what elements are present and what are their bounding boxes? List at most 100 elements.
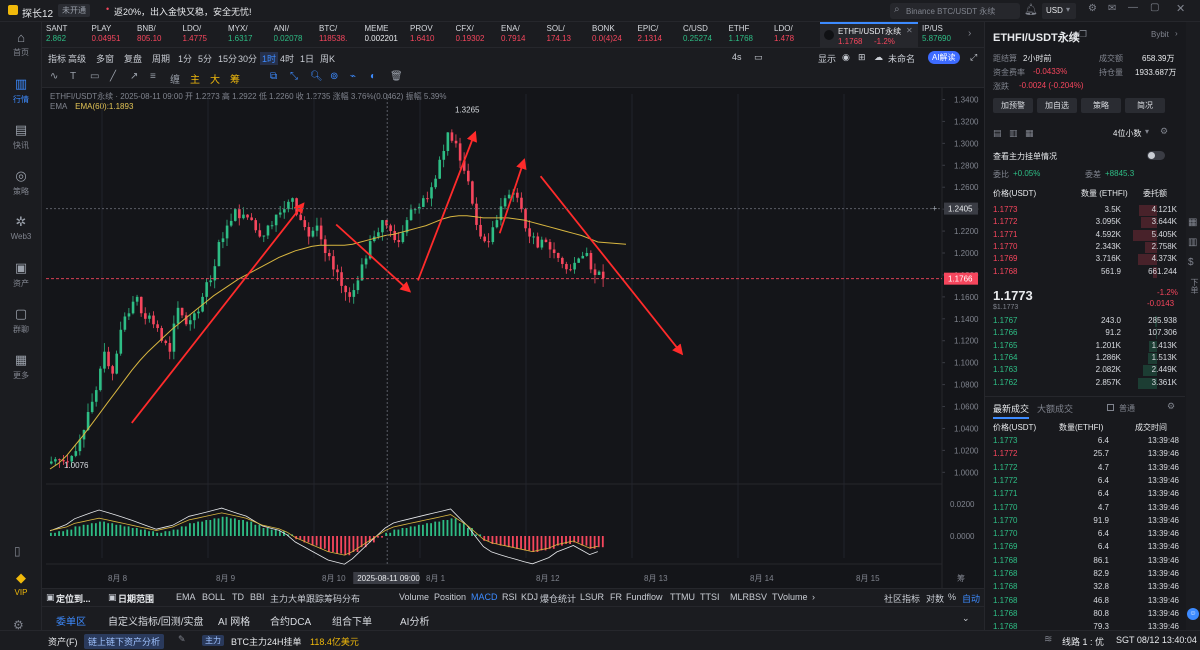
nav-item-4[interactable]: ✲ Web3 — [0, 214, 42, 241]
panel-button[interactable]: 加预警 — [993, 98, 1033, 113]
calendar-icon[interactable]: ▣ — [108, 592, 117, 603]
toolbar-item[interactable]: 周期 — [152, 52, 170, 65]
indicator-item[interactable]: TD — [232, 592, 244, 602]
nav-item-2[interactable]: ▤ 快讯 — [0, 122, 42, 151]
ticker-item[interactable]: MEME 0.002201 — [365, 24, 405, 43]
measure-icon[interactable]: ⤡ — [290, 71, 298, 82]
bell-icon[interactable]: 🔔︎ — [1024, 3, 1038, 16]
trend-arrow[interactable] — [417, 130, 477, 281]
indicator-item[interactable]: RSI — [502, 592, 517, 602]
whale-orders-link[interactable]: 查看主力挂单情况 — [993, 151, 1057, 162]
calendar-icon[interactable]: ▣ — [46, 592, 55, 603]
chart-area[interactable]: ETHFI/USDT永续 · 2025-08-11 09:00 开 1.2273… — [42, 88, 984, 588]
toolbar-item[interactable]: 1时 — [260, 52, 279, 65]
ticker-item[interactable]: ETHF 1.1768 — [729, 24, 769, 43]
ticker-item[interactable]: SANT 2.862 — [46, 24, 86, 43]
display-menu[interactable]: 显示 — [818, 52, 836, 65]
edit-icon[interactable]: ✎ — [178, 634, 186, 645]
wave-icon[interactable]: ∿ — [50, 71, 58, 82]
ticker-item[interactable]: SOL/174.13 — [547, 24, 587, 43]
toolbar-item[interactable]: 多窗 — [96, 52, 114, 65]
toolbar-item[interactable]: 30分 — [238, 52, 257, 65]
delete-icon[interactable]: 🗑︎ — [390, 71, 403, 82]
ticker-item[interactable]: CFX/0.19302 — [456, 24, 496, 43]
search-box[interactable]: ⌕ Binance BTC/USDT 永续 — [890, 3, 1020, 19]
ticker-item[interactable]: LDO/1.4775 — [183, 24, 223, 43]
tab-latest-trades[interactable]: 最新成交 — [993, 402, 1030, 419]
magnet-icon[interactable]: ⊚ — [330, 71, 338, 82]
copy-icon[interactable]: ❐ — [1079, 29, 1087, 40]
decimals-select[interactable]: 4位小数 — [1113, 128, 1141, 139]
indicator-item[interactable]: BOLL — [202, 592, 225, 602]
nav-item-7[interactable]: ▦ 更多 — [0, 352, 42, 381]
ticker-item[interactable]: BNB/805.10 — [137, 24, 177, 43]
nav-item-1[interactable]: ▥ 行情 — [0, 76, 42, 105]
lock-icon[interactable]: ⌁ — [350, 71, 356, 82]
trend-arrow[interactable] — [131, 202, 305, 424]
ticker-item[interactable]: ANI/0.02078 — [274, 24, 314, 43]
trend-arrow[interactable] — [539, 175, 684, 356]
search-input[interactable]: Binance BTC/USDT 永续 — [906, 6, 995, 17]
chart-option[interactable]: 社区指标 — [884, 592, 920, 605]
bottom-tab[interactable]: 组合下单 — [332, 613, 372, 628]
indicator-item[interactable]: BBI — [250, 592, 265, 602]
indicator-item[interactable]: Fundflow — [626, 592, 663, 602]
toolbar-item[interactable]: 15分 — [218, 52, 237, 65]
indicator-item[interactable]: BSV — [749, 592, 767, 602]
exchange-label[interactable]: Bybit — [1151, 30, 1169, 39]
eye-icon[interactable]: ◐ — [370, 71, 376, 82]
assistant-icon[interactable]: ☺ — [1187, 608, 1199, 620]
ticker-item[interactable]: BTC/118538. — [319, 24, 359, 43]
ai-interpret-button[interactable]: AI解读 — [928, 51, 960, 64]
ticker-item[interactable]: C/USD 0.25274 — [683, 24, 723, 43]
asset-analysis-link[interactable]: 链上链下资产分析 — [84, 634, 165, 649]
fib-icon[interactable]: ≡ — [150, 71, 156, 82]
promo-notice[interactable]: 返20%，出入金快又稳，安全无忧! — [114, 5, 252, 18]
mail-icon[interactable]: ✉ — [1108, 3, 1116, 14]
camera-icon[interactable]: ◉ — [842, 52, 850, 63]
line-status[interactable]: 线路 1 : 优 — [1062, 635, 1104, 648]
indicator-item[interactable]: LSUR — [580, 592, 604, 602]
text-icon[interactable]: T — [70, 71, 76, 82]
indicator-item[interactable]: TTSI — [700, 592, 720, 602]
cloud-icon[interactable]: ☁ — [874, 52, 883, 63]
normal-checkbox[interactable] — [1107, 404, 1114, 411]
chevron-right-icon[interactable]: › — [812, 592, 815, 602]
panel-button[interactable]: 加自选 — [1037, 98, 1077, 113]
copy-icon[interactable]: ⧉ — [270, 71, 277, 82]
indicator-item[interactable]: Volume — [399, 592, 429, 602]
book-row[interactable]: 1.1770 2.343K 2.758K — [985, 241, 1185, 253]
bottom-tab[interactable]: AI分析 — [400, 613, 429, 628]
minimize-icon[interactable]: — — [1128, 2, 1138, 13]
currency-select[interactable]: USD ▾ — [1042, 3, 1076, 19]
box-icon[interactable]: 筹 — [230, 71, 240, 86]
toolbar-item[interactable]: 指标 — [48, 52, 66, 65]
indicator-item[interactable]: TTMU — [670, 592, 695, 602]
axis-settings-icon[interactable]: 筹 — [957, 573, 965, 583]
chan-icon[interactable]: 缠 — [170, 71, 180, 86]
ray-icon[interactable]: ↗ — [130, 71, 138, 82]
toolbar-item[interactable]: 1分 — [178, 52, 192, 65]
bottom-tab[interactable]: AI 网格 — [218, 613, 250, 628]
indicator-item[interactable]: EMA — [176, 592, 196, 602]
toolbar-item[interactable]: 复盘 — [124, 52, 142, 65]
indicator-item[interactable]: MLR — [730, 592, 749, 602]
layout-name[interactable]: 未命名 — [888, 52, 915, 65]
maximize-icon[interactable]: ▢ — [1150, 2, 1159, 13]
nav-item-0[interactable]: ⌂ 首页 — [0, 30, 42, 58]
indicator-item[interactable]: Position — [434, 592, 466, 602]
toolbar-item[interactable]: 1日 — [300, 52, 314, 65]
book-row[interactable]: 1.1766 91.2 107.306 — [985, 328, 1185, 340]
indicator-item[interactable]: MACD — [471, 592, 498, 602]
ticker-item[interactable]: IP/US 5.87690 — [922, 24, 962, 43]
book-row[interactable]: 1.1767 243.0 285.938 — [985, 316, 1185, 327]
orderbook-bids-icon[interactable]: ▥ — [1009, 128, 1018, 139]
book-row[interactable]: 1.1772 3.095K 3.644K — [985, 217, 1185, 229]
chevron-right-icon[interactable]: › — [1175, 29, 1178, 38]
book-row[interactable]: 1.1763 2.082K 2.449K — [985, 365, 1185, 377]
toolbar-item[interactable]: 4时 — [280, 52, 294, 65]
trend-arrow[interactable] — [498, 158, 527, 234]
line-icon[interactable]: ╱ — [110, 71, 116, 82]
ticker-item[interactable]: BONK 0.0(4)24 — [592, 24, 632, 43]
tab-large-trades[interactable]: 大额成交 — [1037, 402, 1073, 415]
